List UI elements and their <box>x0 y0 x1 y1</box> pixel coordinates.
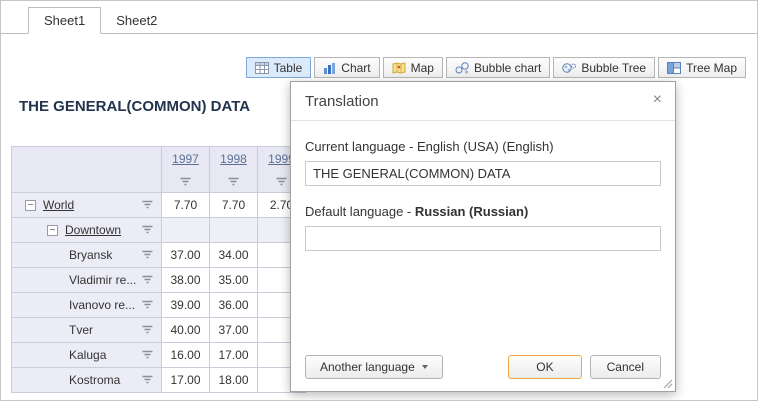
table-view-button[interactable]: Table <box>246 57 312 78</box>
column-header: 1998 <box>210 147 258 193</box>
default-language-name: Russian (Russian) <box>415 204 528 219</box>
data-cell: 17.00 <box>210 343 258 368</box>
data-cell: 16.00 <box>162 343 210 368</box>
dropdown-caret-icon <box>422 365 428 369</box>
chart-view-label: Chart <box>341 61 370 75</box>
filter-icon[interactable] <box>141 350 154 360</box>
data-cell <box>162 218 210 243</box>
map-view-label: Map <box>411 61 434 75</box>
row-label-link[interactable]: World <box>43 198 74 212</box>
default-language-label: Default language - Russian (Russian) <box>305 204 661 219</box>
current-language-input[interactable] <box>305 161 661 186</box>
tree-map-view-label: Tree Map <box>686 61 737 75</box>
column-header: 1997 <box>162 147 210 193</box>
table-view-label: Table <box>274 61 303 75</box>
column-header-link[interactable]: 1997 <box>172 152 199 166</box>
tab-sheet1[interactable]: Sheet1 <box>28 7 101 34</box>
table-icon <box>255 62 269 74</box>
another-language-button[interactable]: Another language <box>305 355 443 379</box>
data-cell: 17.00 <box>162 368 210 393</box>
collapse-icon[interactable]: − <box>25 200 36 211</box>
row-header: Kostroma <box>12 368 162 393</box>
bubble-chart-view-label: Bubble chart <box>474 61 541 75</box>
row-header: Vladimir re... <box>12 268 162 293</box>
row-label: Bryansk <box>69 248 112 262</box>
cancel-button[interactable]: Cancel <box>590 355 661 379</box>
row-header: Tver <box>12 318 162 343</box>
filter-icon[interactable] <box>227 177 240 187</box>
dialog-header: Translation × <box>291 82 675 120</box>
data-cell: 34.00 <box>210 243 258 268</box>
corner-header-cell <box>12 147 162 193</box>
row-header: Bryansk <box>12 243 162 268</box>
data-cell: 7.70 <box>162 193 210 218</box>
filter-icon[interactable] <box>141 225 154 235</box>
row-label: Kaluga <box>69 348 106 362</box>
data-cell: 18.00 <box>210 368 258 393</box>
filter-icon[interactable] <box>179 177 192 187</box>
row-label: Ivanovo re... <box>69 298 135 312</box>
tab-sheet2[interactable]: Sheet2 <box>101 8 172 33</box>
data-cell <box>210 218 258 243</box>
row-label-link[interactable]: Downtown <box>65 223 121 237</box>
row-label: Vladimir re... <box>69 273 136 287</box>
data-cell: 7.70 <box>210 193 258 218</box>
data-cell: 37.00 <box>162 243 210 268</box>
row-header: Ivanovo re... <box>12 293 162 318</box>
bubble-tree-view-button[interactable]: Bubble Tree <box>553 57 655 78</box>
pivot-table: 1997 1998 1999 − World 7.70 7.70 2.70 − … <box>11 146 306 393</box>
data-cell: 35.00 <box>210 268 258 293</box>
tree-map-icon <box>667 62 681 74</box>
page-title: THE GENERAL(COMMON) DATA <box>19 98 250 115</box>
view-toolbar: Table Chart Map Bubble chart Bubble Tree… <box>246 57 746 78</box>
tree-map-view-button[interactable]: Tree Map <box>658 57 746 78</box>
default-language-prefix: Default language - <box>305 204 415 219</box>
row-header: − Downtown <box>12 218 162 243</box>
data-cell: 38.00 <box>162 268 210 293</box>
filter-icon[interactable] <box>141 300 154 310</box>
map-view-button[interactable]: Map <box>383 57 443 78</box>
app-window: Sheet1 Sheet2 Table Chart Map Bubble cha… <box>0 0 758 401</box>
filter-icon[interactable] <box>141 250 154 260</box>
row-label: Tver <box>69 323 93 337</box>
filter-icon[interactable] <box>141 200 154 210</box>
row-label: Kostroma <box>69 373 120 387</box>
bubble-chart-icon <box>455 62 469 74</box>
current-language-label: Current language - English (USA) (Englis… <box>305 139 661 154</box>
dialog-footer: Another language OK Cancel <box>305 355 661 379</box>
filter-icon[interactable] <box>141 375 154 385</box>
data-cell: 39.00 <box>162 293 210 318</box>
data-cell: 37.00 <box>210 318 258 343</box>
default-language-input[interactable] <box>305 226 661 251</box>
filter-icon[interactable] <box>141 275 154 285</box>
ok-button[interactable]: OK <box>508 355 581 379</box>
another-language-label: Another language <box>320 360 415 374</box>
row-header: Kaluga <box>12 343 162 368</box>
resize-grip-icon[interactable] <box>662 378 673 389</box>
data-cell: 36.00 <box>210 293 258 318</box>
chart-icon <box>323 62 336 74</box>
filter-icon[interactable] <box>141 325 154 335</box>
column-header-link[interactable]: 1998 <box>220 152 247 166</box>
bubble-tree-view-label: Bubble Tree <box>581 61 646 75</box>
close-icon[interactable]: × <box>653 91 662 109</box>
bubble-tree-icon <box>562 62 576 74</box>
collapse-icon[interactable]: − <box>47 225 58 236</box>
filter-icon[interactable] <box>275 177 288 187</box>
bubble-chart-view-button[interactable]: Bubble chart <box>446 57 550 78</box>
translation-dialog: Translation × Current language - English… <box>290 81 676 392</box>
data-cell: 40.00 <box>162 318 210 343</box>
chart-view-button[interactable]: Chart <box>314 57 379 78</box>
map-icon <box>392 62 406 74</box>
row-header: − World <box>12 193 162 218</box>
dialog-title: Translation <box>305 93 379 110</box>
sheet-tabs: Sheet1 Sheet2 <box>1 1 757 34</box>
dialog-body: Current language - English (USA) (Englis… <box>291 121 675 263</box>
